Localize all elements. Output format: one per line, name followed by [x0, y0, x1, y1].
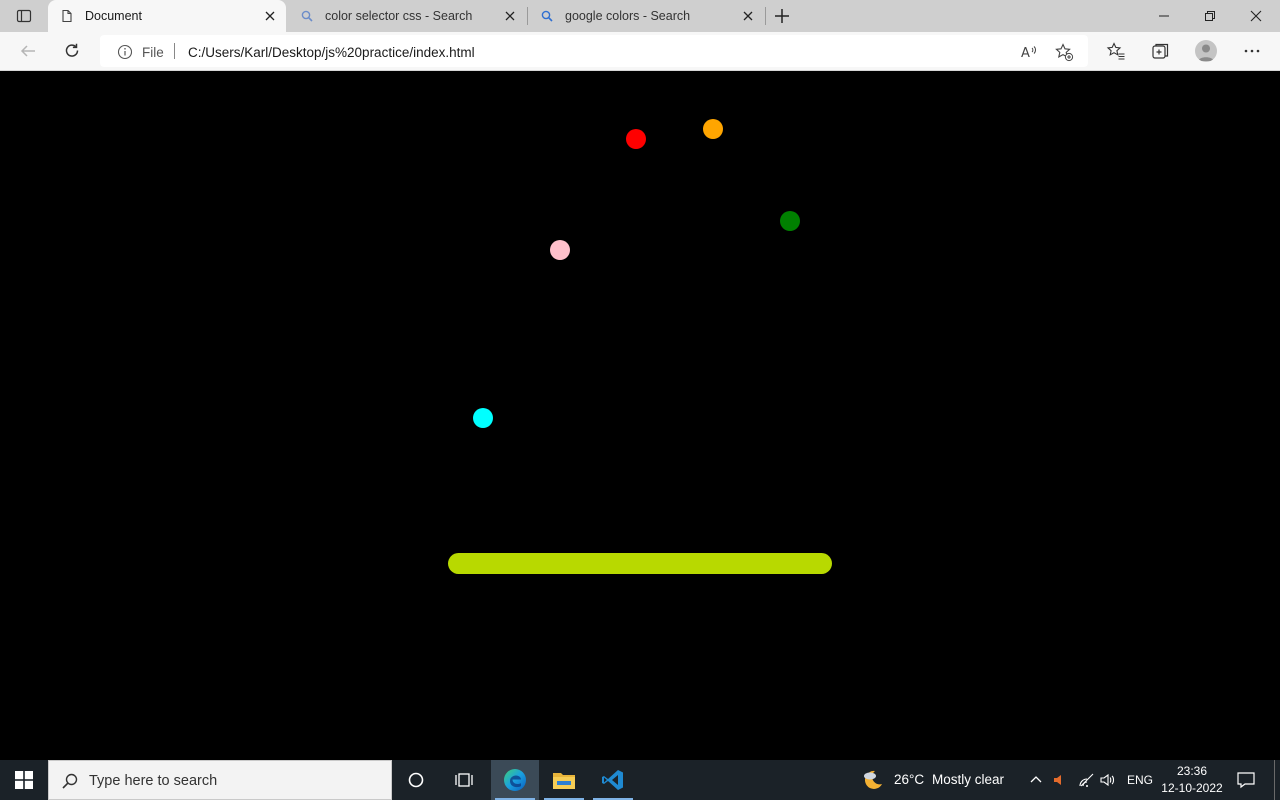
tab-title: Document — [85, 9, 142, 23]
file-explorer-icon — [553, 773, 575, 789]
collections-icon — [1152, 43, 1169, 59]
site-scheme-label[interactable]: File — [142, 45, 164, 60]
svg-text:A: A — [1021, 46, 1030, 61]
pink-ball — [550, 240, 570, 260]
show-desktop-button[interactable] — [1274, 760, 1275, 800]
read-aloud-icon[interactable]: A — [1018, 42, 1038, 62]
tab-color-selector-search[interactable]: color selector css - Search — [288, 0, 526, 32]
wifi-icon[interactable] — [1078, 772, 1096, 788]
weather-condition[interactable]: Mostly clear — [932, 772, 1004, 787]
tab-document[interactable]: Document — [48, 0, 286, 32]
close-tab-icon[interactable] — [504, 10, 516, 22]
tab-google-colors-search[interactable]: google colors - Search — [528, 0, 764, 32]
edge-icon — [504, 769, 526, 791]
volume-icon[interactable] — [1099, 772, 1117, 788]
info-icon[interactable] — [117, 44, 133, 60]
favorites-icon — [1106, 42, 1125, 60]
refresh-button[interactable] — [60, 39, 84, 63]
taskbar-vscode[interactable] — [589, 760, 637, 800]
close-tab-icon[interactable] — [264, 10, 276, 22]
clock-date: 12-10-2022 — [1161, 781, 1223, 795]
back-icon — [20, 45, 35, 57]
close-window-button[interactable] — [1233, 0, 1279, 32]
orange-ball — [703, 119, 723, 139]
tab-separator — [765, 7, 766, 25]
address-divider — [174, 43, 175, 59]
restore-icon — [1205, 11, 1215, 21]
task-view-icon — [455, 773, 473, 787]
paddle[interactable] — [448, 553, 832, 574]
minimize-icon — [1159, 15, 1169, 17]
tab-actions-icon — [16, 9, 32, 23]
search-icon — [541, 10, 553, 22]
task-view-button[interactable] — [440, 760, 488, 800]
cortana-icon — [408, 772, 424, 788]
chevron-up-icon[interactable] — [1029, 773, 1043, 787]
search-placeholder: Type here to search — [89, 773, 218, 789]
notifications-icon[interactable] — [1236, 770, 1256, 790]
favorites-button[interactable] — [1105, 40, 1127, 62]
minimize-button[interactable] — [1141, 0, 1187, 32]
windows-logo-icon — [15, 771, 33, 789]
taskbar-edge[interactable] — [491, 760, 539, 800]
start-button[interactable] — [0, 760, 48, 800]
refresh-icon — [65, 43, 79, 57]
add-favorite-icon[interactable] — [1054, 42, 1074, 62]
tab-title: color selector css - Search — [325, 9, 473, 23]
vscode-icon — [602, 770, 623, 790]
collections-button[interactable] — [1149, 40, 1171, 62]
new-tab-icon[interactable] — [772, 6, 792, 26]
green-ball — [780, 211, 800, 231]
cortana-button[interactable] — [392, 760, 440, 800]
tab-title: google colors - Search — [565, 9, 691, 23]
restore-button[interactable] — [1187, 0, 1233, 32]
tab-strip: Document color selector css - Search goo… — [0, 0, 1280, 32]
red-ball — [626, 129, 646, 149]
address-bar[interactable]: File C:/Users/Karl/Desktop/js%20practice… — [100, 35, 1088, 67]
windows-taskbar: Type here to search 26°C Mostly clear EN… — [0, 760, 1280, 800]
page-canvas — [0, 71, 1280, 760]
taskbar-search-box[interactable]: Type here to search — [48, 760, 392, 800]
weather-moon-icon — [864, 770, 882, 789]
weather-temperature[interactable]: 26°C — [894, 772, 924, 787]
url-text[interactable]: C:/Users/Karl/Desktop/js%20practice/inde… — [188, 45, 475, 60]
input-language[interactable]: ENG — [1127, 773, 1153, 787]
search-icon — [301, 10, 313, 22]
tab-actions-button[interactable] — [8, 4, 40, 28]
close-tab-icon[interactable] — [742, 10, 754, 22]
back-button[interactable] — [16, 39, 40, 63]
close-icon — [1250, 10, 1262, 22]
taskbar-file-explorer[interactable] — [540, 760, 588, 800]
speaker-muted-icon[interactable] — [1052, 772, 1068, 788]
more-icon — [1244, 49, 1260, 53]
clock-time: 23:36 — [1176, 764, 1208, 778]
system-clock[interactable]: 23:36 12-10-2022 — [1158, 763, 1226, 797]
profile-avatar[interactable] — [1195, 40, 1217, 62]
page-icon — [62, 9, 72, 23]
more-button[interactable] — [1241, 40, 1263, 62]
search-icon — [62, 773, 78, 789]
cyan-ball — [473, 408, 493, 428]
browser-toolbar: File C:/Users/Karl/Desktop/js%20practice… — [0, 32, 1280, 71]
profile-icon — [1198, 44, 1214, 61]
